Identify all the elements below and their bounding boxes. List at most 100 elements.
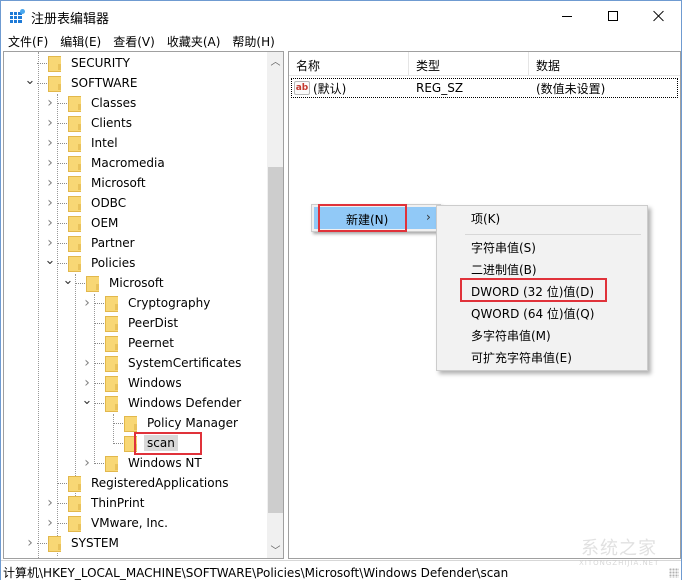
tree-connector bbox=[100, 433, 112, 453]
menu-view[interactable]: 查看(V) bbox=[107, 31, 161, 51]
column-header-type[interactable]: 类型 bbox=[409, 52, 529, 76]
chevron-down-icon[interactable]: ⌄ bbox=[24, 70, 36, 90]
tree-item-label: Partner bbox=[91, 236, 135, 250]
tree-guide-line bbox=[38, 52, 39, 558]
maximize-button[interactable] bbox=[590, 1, 636, 31]
tree-vertical-scrollbar[interactable]: ︿ ﹀ bbox=[267, 52, 283, 558]
folder-icon bbox=[68, 216, 82, 232]
chevron-down-icon[interactable]: ⌄ bbox=[62, 270, 74, 290]
column-header-data[interactable]: 数据 bbox=[529, 52, 679, 76]
menu-help[interactable]: 帮助(H) bbox=[226, 31, 280, 51]
tree-connector-dots bbox=[94, 462, 104, 464]
tree-connector-dots bbox=[94, 362, 104, 364]
list-row-default-value[interactable]: ab (默认) REG_SZ (数值未设置) bbox=[291, 78, 678, 98]
tree-item-label: Cryptography bbox=[128, 296, 211, 310]
submenu-arrow-icon: › bbox=[426, 210, 431, 224]
tree-item-label: OEM bbox=[91, 216, 119, 230]
tree-item[interactable]: › Clients bbox=[44, 113, 135, 133]
window-title: 注册表编辑器 bbox=[31, 12, 110, 27]
chevron-right-icon[interactable]: › bbox=[44, 493, 56, 513]
tree-connector-dots bbox=[57, 502, 67, 504]
scrollbar-thumb[interactable] bbox=[268, 167, 283, 513]
tree-item-label: VMware, Inc. bbox=[91, 516, 168, 530]
submenu-item-qword-value[interactable]: QWORD (64 位)值(Q) bbox=[471, 302, 594, 324]
submenu-item-multi-string-value[interactable]: 多字符串值(M) bbox=[471, 324, 551, 346]
folder-icon bbox=[48, 56, 62, 72]
tree-connector bbox=[100, 413, 112, 433]
chevron-right-icon[interactable]: › bbox=[24, 533, 36, 553]
tree-item[interactable]: › ThinPrint bbox=[44, 493, 147, 513]
column-header-name[interactable]: 名称 bbox=[289, 52, 409, 76]
tree-item[interactable]: Policy Manager bbox=[100, 413, 241, 433]
tree-item[interactable]: › VMware, Inc. bbox=[44, 513, 171, 533]
tree-item[interactable]: › Intel bbox=[44, 133, 121, 153]
chevron-right-icon[interactable]: › bbox=[44, 213, 56, 233]
minimize-button[interactable] bbox=[544, 1, 590, 31]
tree-item[interactable]: ⌄ Windows Defender bbox=[81, 393, 244, 413]
tree-connector-dots bbox=[94, 302, 104, 304]
chevron-right-icon[interactable]: › bbox=[44, 173, 56, 193]
tree-item[interactable]: ⌄ Microsoft bbox=[62, 273, 167, 293]
folder-icon bbox=[105, 376, 119, 392]
submenu-item-key[interactable]: 项(K) bbox=[471, 207, 500, 229]
menu-file[interactable]: 文件(F) bbox=[1, 31, 54, 51]
chevron-right-icon[interactable]: › bbox=[81, 353, 93, 373]
tree-item[interactable]: › SystemCertificates bbox=[81, 353, 244, 373]
tree-item[interactable]: › Cryptography bbox=[81, 293, 213, 313]
scroll-down-arrow-icon[interactable]: ﹀ bbox=[267, 541, 283, 558]
chevron-down-icon[interactable]: ⌄ bbox=[81, 390, 93, 410]
chevron-right-icon[interactable]: › bbox=[81, 293, 93, 313]
tree-item[interactable]: › ODBC bbox=[44, 193, 129, 213]
tree-item[interactable]: Peernet bbox=[81, 333, 177, 353]
tree-item[interactable]: SECURITY bbox=[24, 53, 133, 73]
tree-item[interactable]: PeerDist bbox=[81, 313, 181, 333]
tree-connector-dots bbox=[94, 342, 104, 344]
tree-item-label: Peernet bbox=[128, 336, 174, 350]
tree-item-label: Macromedia bbox=[91, 156, 165, 170]
tree-item[interactable]: › OEM bbox=[44, 213, 121, 233]
tree-item[interactable]: ⌄ SOFTWARE bbox=[24, 73, 140, 93]
tree-connector-dots bbox=[94, 382, 104, 384]
folder-icon bbox=[105, 356, 119, 372]
chevron-right-icon[interactable]: › bbox=[44, 153, 56, 173]
tree-connector-dots bbox=[37, 62, 47, 64]
chevron-right-icon[interactable]: › bbox=[81, 453, 93, 473]
tree-item-label: SystemCertificates bbox=[128, 356, 242, 370]
tree-item[interactable]: › Microsoft bbox=[44, 173, 149, 193]
resize-grip-icon[interactable] bbox=[669, 568, 679, 578]
tree-connector-dots bbox=[113, 442, 123, 444]
chevron-right-icon[interactable]: › bbox=[44, 113, 56, 133]
scroll-up-arrow-icon[interactable]: ︿ bbox=[267, 52, 283, 69]
tree-item[interactable]: ⌄ Policies bbox=[44, 253, 138, 273]
tree-item-label: RegisteredApplications bbox=[91, 476, 229, 490]
submenu-separator bbox=[465, 234, 641, 235]
chevron-right-icon[interactable]: › bbox=[44, 133, 56, 153]
menu-edit[interactable]: 编辑(E) bbox=[54, 31, 107, 51]
chevron-right-icon[interactable]: › bbox=[44, 93, 56, 113]
tree-item-label: Intel bbox=[91, 136, 118, 150]
close-button[interactable] bbox=[636, 1, 682, 31]
tree-item-label: Windows Defender bbox=[128, 396, 242, 410]
submenu-item-expandable-string-value[interactable]: 可扩充字符串值(E) bbox=[471, 346, 572, 368]
tree-item[interactable]: › Windows NT bbox=[81, 453, 205, 473]
tree-connector-dots bbox=[94, 322, 104, 324]
tree-item[interactable]: › Windows bbox=[81, 373, 185, 393]
tree-item[interactable]: RegisteredApplications bbox=[44, 473, 231, 493]
submenu-item-string-value[interactable]: 字符串值(S) bbox=[471, 236, 536, 258]
chevron-down-icon[interactable]: ⌄ bbox=[44, 250, 56, 270]
chevron-right-icon[interactable]: › bbox=[44, 193, 56, 213]
menu-favorites[interactable]: 收藏夹(A) bbox=[161, 31, 227, 51]
tree-item[interactable]: › Macromedia bbox=[44, 153, 168, 173]
tree-item[interactable]: › Classes bbox=[44, 93, 139, 113]
folder-icon bbox=[105, 316, 119, 332]
tree-item[interactable]: › Partner bbox=[44, 233, 138, 253]
submenu-item-binary-value[interactable]: 二进制值(B) bbox=[471, 258, 537, 280]
tree-item[interactable]: › SYSTEM bbox=[24, 533, 122, 553]
folder-icon bbox=[68, 236, 82, 252]
registry-editor-window: 注册表编辑器 文件(F) 编辑(E) 查看(V) 收藏夹(A) 帮助(H) SE… bbox=[0, 0, 682, 580]
chevron-right-icon[interactable]: › bbox=[44, 513, 56, 533]
tree-connector-dots bbox=[57, 162, 67, 164]
tree-item-label: ThinPrint bbox=[91, 496, 145, 510]
registry-tree-pane: SECURITY ⌄ SOFTWARE › Classes › Clients › Intel ›… bbox=[3, 51, 284, 559]
tree-connector bbox=[81, 313, 93, 333]
